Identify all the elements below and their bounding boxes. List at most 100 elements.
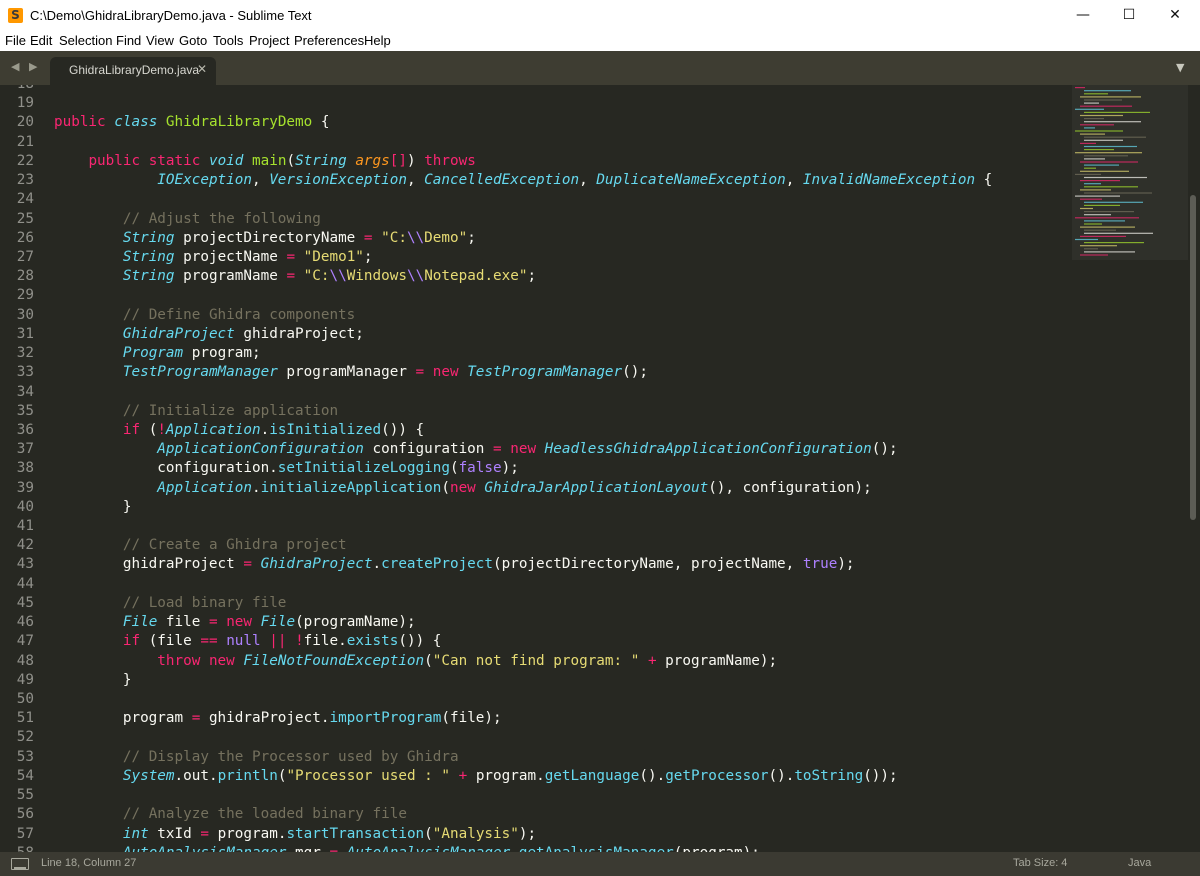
- menu-file[interactable]: File: [5, 33, 26, 48]
- code-line[interactable]: 20 public class GhidraLibraryDemo {: [0, 113, 1070, 132]
- minimap[interactable]: [1072, 85, 1188, 265]
- maximize-button[interactable]: ☐: [1106, 0, 1152, 31]
- code-line[interactable]: 21: [0, 133, 1070, 152]
- scrollbar-thumb[interactable]: [1190, 195, 1196, 520]
- code-editor[interactable]: 181920public class GhidraLibraryDemo {21…: [0, 85, 1200, 852]
- code-line[interactable]: 23 IOException, VersionException, Cancel…: [0, 171, 1070, 190]
- menu-edit[interactable]: Edit: [30, 33, 52, 48]
- code-line[interactable]: 18: [0, 85, 1070, 94]
- code-token: getLanguage: [544, 767, 640, 784]
- menu-tools[interactable]: Tools: [213, 33, 243, 48]
- code-line[interactable]: 53 // Display the Processor used by Ghid…: [0, 748, 1070, 767]
- code-token: GhidraJarApplicationLayout: [484, 479, 709, 496]
- code-token: ApplicationConfiguration: [157, 441, 364, 458]
- code-token: exists: [346, 633, 399, 650]
- code-token: VersionException: [269, 172, 407, 189]
- tab-list-dropdown-icon[interactable]: ▼: [1176, 61, 1184, 74]
- menu-project[interactable]: Project: [249, 33, 289, 48]
- code-token: ();: [622, 364, 648, 381]
- code-line[interactable]: 48 throw new FileNotFoundException("Can …: [0, 652, 1070, 671]
- code-line[interactable]: 33 TestProgramManager programManager = n…: [0, 363, 1070, 382]
- code-line[interactable]: 31 GhidraProject ghidraProject;: [0, 325, 1070, 344]
- code-line[interactable]: 57 int txId = program.startTransaction("…: [0, 825, 1070, 844]
- code-line[interactable]: 19: [0, 94, 1070, 113]
- tab-close-icon[interactable]: ✕: [197, 62, 207, 76]
- code-line[interactable]: 49 }: [0, 671, 1070, 690]
- menu-goto[interactable]: Goto: [179, 33, 207, 48]
- code-line[interactable]: 43 ghidraProject = GhidraProject.createP…: [0, 555, 1070, 574]
- code-token: getProcessor: [665, 767, 769, 784]
- menu-selection[interactable]: Selection: [59, 33, 112, 48]
- minimap-line: [1080, 133, 1105, 135]
- cursor-position[interactable]: Line 18, Column 27: [41, 857, 136, 869]
- code-token: "Demo1": [303, 248, 364, 265]
- code-line[interactable]: 55: [0, 786, 1070, 805]
- code-line[interactable]: 56 // Analyze the loaded binary file: [0, 805, 1070, 824]
- minimap-line: [1075, 195, 1120, 197]
- code-text: }: [54, 498, 132, 517]
- code-line[interactable]: 45 // Load binary file: [0, 594, 1070, 613]
- menu-help[interactable]: Help: [364, 33, 391, 48]
- code-token: file.: [303, 633, 347, 650]
- code-token: !: [295, 633, 304, 650]
- code-line[interactable]: 42 // Create a Ghidra project: [0, 536, 1070, 555]
- code-token: DuplicateNameException: [596, 172, 786, 189]
- minimap-line: [1084, 248, 1098, 250]
- code-line[interactable]: 35 // Initialize application: [0, 402, 1070, 421]
- menu-preferences[interactable]: Preferences: [294, 33, 364, 48]
- code-line[interactable]: 39 Application.initializeApplication(new…: [0, 479, 1070, 498]
- line-number: 49: [16, 671, 34, 688]
- tab-ghidralibrarydemo[interactable]: GhidraLibraryDemo.java ✕: [50, 57, 216, 85]
- close-button[interactable]: ✕: [1152, 0, 1198, 31]
- line-number: 18: [0, 85, 34, 94]
- code-token: ()) {: [398, 633, 442, 650]
- code-line[interactable]: 29: [0, 286, 1070, 305]
- code-token: isInitialized: [269, 421, 382, 438]
- code-line[interactable]: 34: [0, 383, 1070, 402]
- minimap-line: [1084, 155, 1128, 157]
- line-number: 21: [16, 133, 34, 150]
- minimap-line: [1075, 238, 1098, 241]
- code-line[interactable]: 37 ApplicationConfiguration configuratio…: [0, 440, 1070, 459]
- menu-find[interactable]: Find: [116, 33, 141, 48]
- code-line[interactable]: 54 System.out.println("Processor used : …: [0, 767, 1070, 786]
- code-line[interactable]: 28 String programName = "C:\\Windows\\No…: [0, 267, 1070, 286]
- code-token: Application: [165, 421, 261, 438]
- line-number: 20: [16, 114, 34, 131]
- minimap-line: [1084, 164, 1119, 166]
- code-line[interactable]: 26 String projectDirectoryName = "C:\\De…: [0, 229, 1070, 248]
- code-line[interactable]: 38 configuration.setInitializeLogging(fa…: [0, 459, 1070, 478]
- code-line[interactable]: 30 // Define Ghidra components: [0, 306, 1070, 325]
- code-line[interactable]: 27 String projectName = "Demo1";: [0, 248, 1070, 267]
- code-line[interactable]: 50: [0, 690, 1070, 709]
- menu-view[interactable]: View: [146, 33, 174, 48]
- code-line[interactable]: 36 if (!Application.isInitialized()) {: [0, 421, 1070, 440]
- tab-navigation-arrows-icon[interactable]: ◀ ▶: [11, 60, 40, 73]
- code-line[interactable]: 40 }: [0, 498, 1070, 517]
- code-line[interactable]: 47 if (file == null || !file.exists()) {: [0, 632, 1070, 651]
- code-line[interactable]: 51 program = ghidraProject.importProgram…: [0, 709, 1070, 728]
- sublime-text-icon: S: [8, 8, 23, 23]
- code-line[interactable]: 58 AutoAnalysisManager mgr = AutoAnalysi…: [0, 844, 1070, 852]
- code-line[interactable]: 32 Program program;: [0, 344, 1070, 363]
- vertical-scrollbar[interactable]: [1188, 85, 1200, 852]
- code-line[interactable]: 41: [0, 517, 1070, 536]
- code-token: .: [372, 556, 382, 573]
- tab-size[interactable]: Tab Size: 4: [1013, 857, 1067, 869]
- code-line[interactable]: 52: [0, 728, 1070, 747]
- code-line[interactable]: 46 File file = new File(programName);: [0, 613, 1070, 632]
- code-token: AutoAnalysisManager: [123, 845, 287, 852]
- code-line[interactable]: 22 public static void main(String args[]…: [0, 152, 1070, 171]
- code-line[interactable]: 24: [0, 190, 1070, 209]
- panel-icon[interactable]: [11, 858, 29, 870]
- code-token: =: [208, 614, 218, 631]
- title-bar: S C:\Demo\GhidraLibraryDemo.java - Subli…: [0, 0, 1200, 31]
- code-line[interactable]: 25 // Adjust the following: [0, 210, 1070, 229]
- code-line[interactable]: 44: [0, 575, 1070, 594]
- syntax-mode[interactable]: Java: [1128, 857, 1151, 869]
- minimize-button[interactable]: —: [1060, 0, 1106, 31]
